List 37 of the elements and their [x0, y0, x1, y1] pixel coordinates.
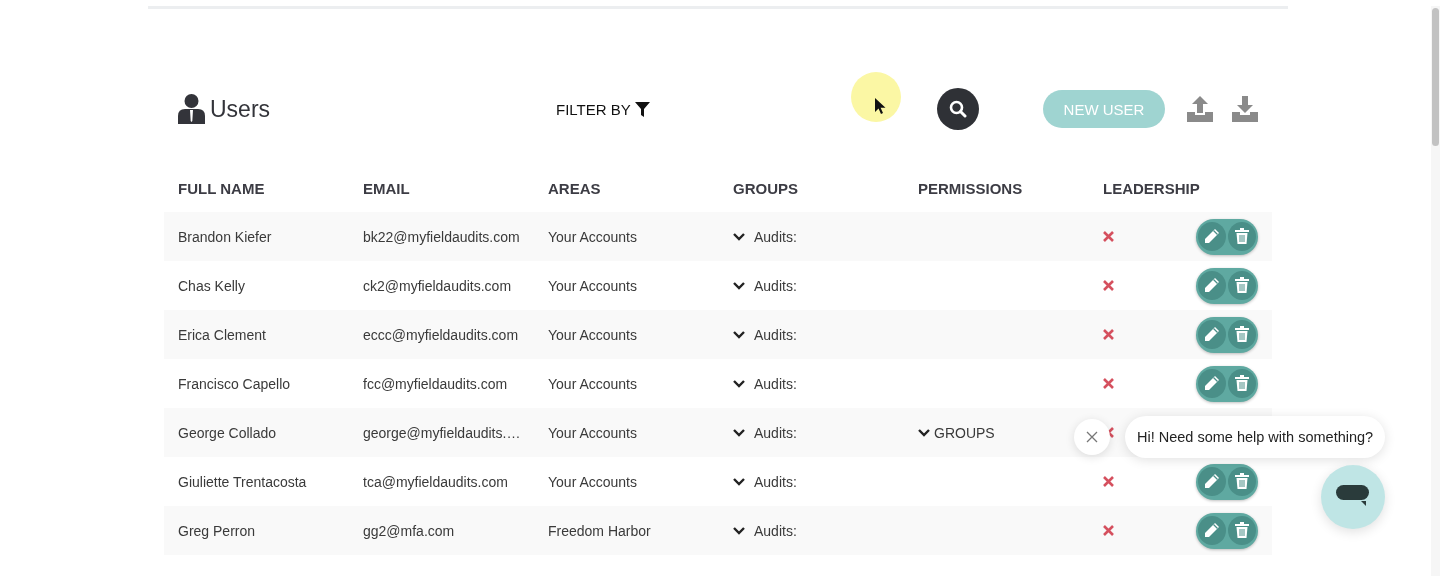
- user-area: Your Accounts: [548, 375, 637, 392]
- group-label: Audits:: [754, 375, 797, 392]
- group-label: Audits:: [754, 473, 797, 490]
- user-name: Giuliette Trentacosta: [178, 473, 307, 490]
- group-label: Audits:: [754, 326, 797, 343]
- column-header: EMAIL: [362, 180, 411, 197]
- user-area: Your Accounts: [548, 326, 637, 343]
- user-name: Francisco Capello: [178, 375, 291, 392]
- user-area: Your Accounts: [548, 473, 637, 490]
- user-email: gg2@mfa.com: [363, 522, 455, 539]
- user-name: Chas Kelly: [178, 277, 245, 294]
- user-email: tca@myfieldaudits.com: [363, 473, 508, 490]
- user-name: George Collado: [178, 424, 277, 441]
- user-email: ck2@myfieldaudits.com: [363, 277, 512, 294]
- user-area: Your Accounts: [548, 277, 637, 294]
- user-email: fcc@myfieldaudits.com: [363, 375, 508, 392]
- user-area: Your Accounts: [548, 424, 637, 441]
- filter-button[interactable]: FILTER BY: [556, 100, 650, 118]
- page-title: Users: [210, 95, 271, 123]
- user-email: bk22@myfieldaudits.com: [363, 228, 520, 245]
- column-header: FULL NAME: [177, 180, 266, 197]
- group-label: Audits:: [754, 424, 797, 441]
- user-name: Erica Clement: [178, 326, 266, 343]
- user-name: Greg Perron: [178, 522, 256, 539]
- user-name: Brandon Kiefer: [178, 228, 272, 245]
- column-header: PERMISSIONS: [917, 180, 1024, 197]
- chat-message: Hi! Need some help with something?: [1125, 416, 1386, 458]
- group-label: Audits:: [754, 228, 797, 245]
- permission-label: GROUPS: [934, 424, 995, 441]
- group-label: Audits:: [754, 522, 797, 539]
- user-area: Your Accounts: [548, 228, 637, 245]
- column-header: GROUPS: [732, 180, 799, 197]
- user-area: Freedom Harbor: [548, 522, 651, 539]
- column-header: AREAS: [547, 180, 602, 197]
- user-email: eccc@myfieldaudits.com: [363, 326, 519, 343]
- user-email: george@myfieldaudits.…: [363, 424, 521, 441]
- group-label: Audits:: [754, 277, 797, 294]
